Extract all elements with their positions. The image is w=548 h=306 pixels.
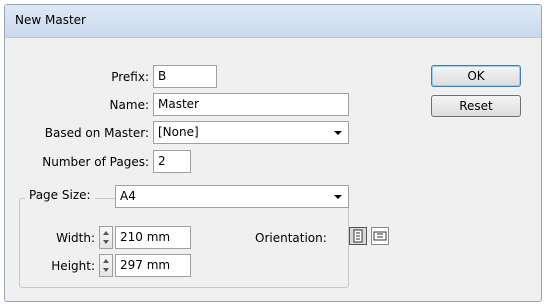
prefix-label: Prefix: [111, 70, 149, 84]
arrow-up-icon[interactable] [103, 231, 109, 235]
height-stepper[interactable] [99, 254, 113, 277]
reset-button[interactable]: Reset [431, 95, 521, 117]
arrow-down-icon[interactable] [103, 268, 109, 272]
chevron-down-icon [334, 195, 342, 199]
name-label: Name: [109, 98, 149, 112]
arrow-down-icon[interactable] [103, 240, 109, 244]
dialog-title: New Master [15, 13, 86, 27]
height-input[interactable]: 297 mm [115, 254, 191, 277]
portrait-orientation-button[interactable] [349, 227, 367, 245]
width-input[interactable]: 210 mm [115, 226, 191, 249]
page-size-label: Page Size: [25, 188, 95, 202]
based-on-master-select[interactable]: [None] [153, 121, 349, 144]
chevron-down-icon [334, 131, 342, 135]
title-bar: New Master [5, 5, 541, 38]
number-of-pages-input[interactable]: 2 [153, 150, 191, 173]
width-stepper[interactable] [99, 226, 113, 249]
page-size-select[interactable]: A4 [115, 185, 349, 208]
arrow-up-icon[interactable] [103, 259, 109, 263]
height-label: Height: [51, 259, 95, 273]
new-master-dialog: New Master Prefix: B Name: Master Based … [4, 4, 542, 302]
page-size-value: A4 [120, 189, 136, 203]
prefix-input[interactable]: B [153, 65, 217, 88]
portrait-icon [353, 229, 363, 243]
number-of-pages-label: Number of Pages: [42, 155, 149, 169]
orientation-label: Orientation: [255, 231, 327, 245]
landscape-orientation-button[interactable] [371, 227, 389, 245]
based-on-master-label: Based on Master: [44, 126, 149, 140]
width-label: Width: [56, 231, 95, 245]
ok-button[interactable]: OK [431, 65, 521, 87]
based-on-master-value: [None] [158, 125, 199, 139]
landscape-icon [373, 231, 387, 241]
name-input[interactable]: Master [153, 93, 349, 116]
